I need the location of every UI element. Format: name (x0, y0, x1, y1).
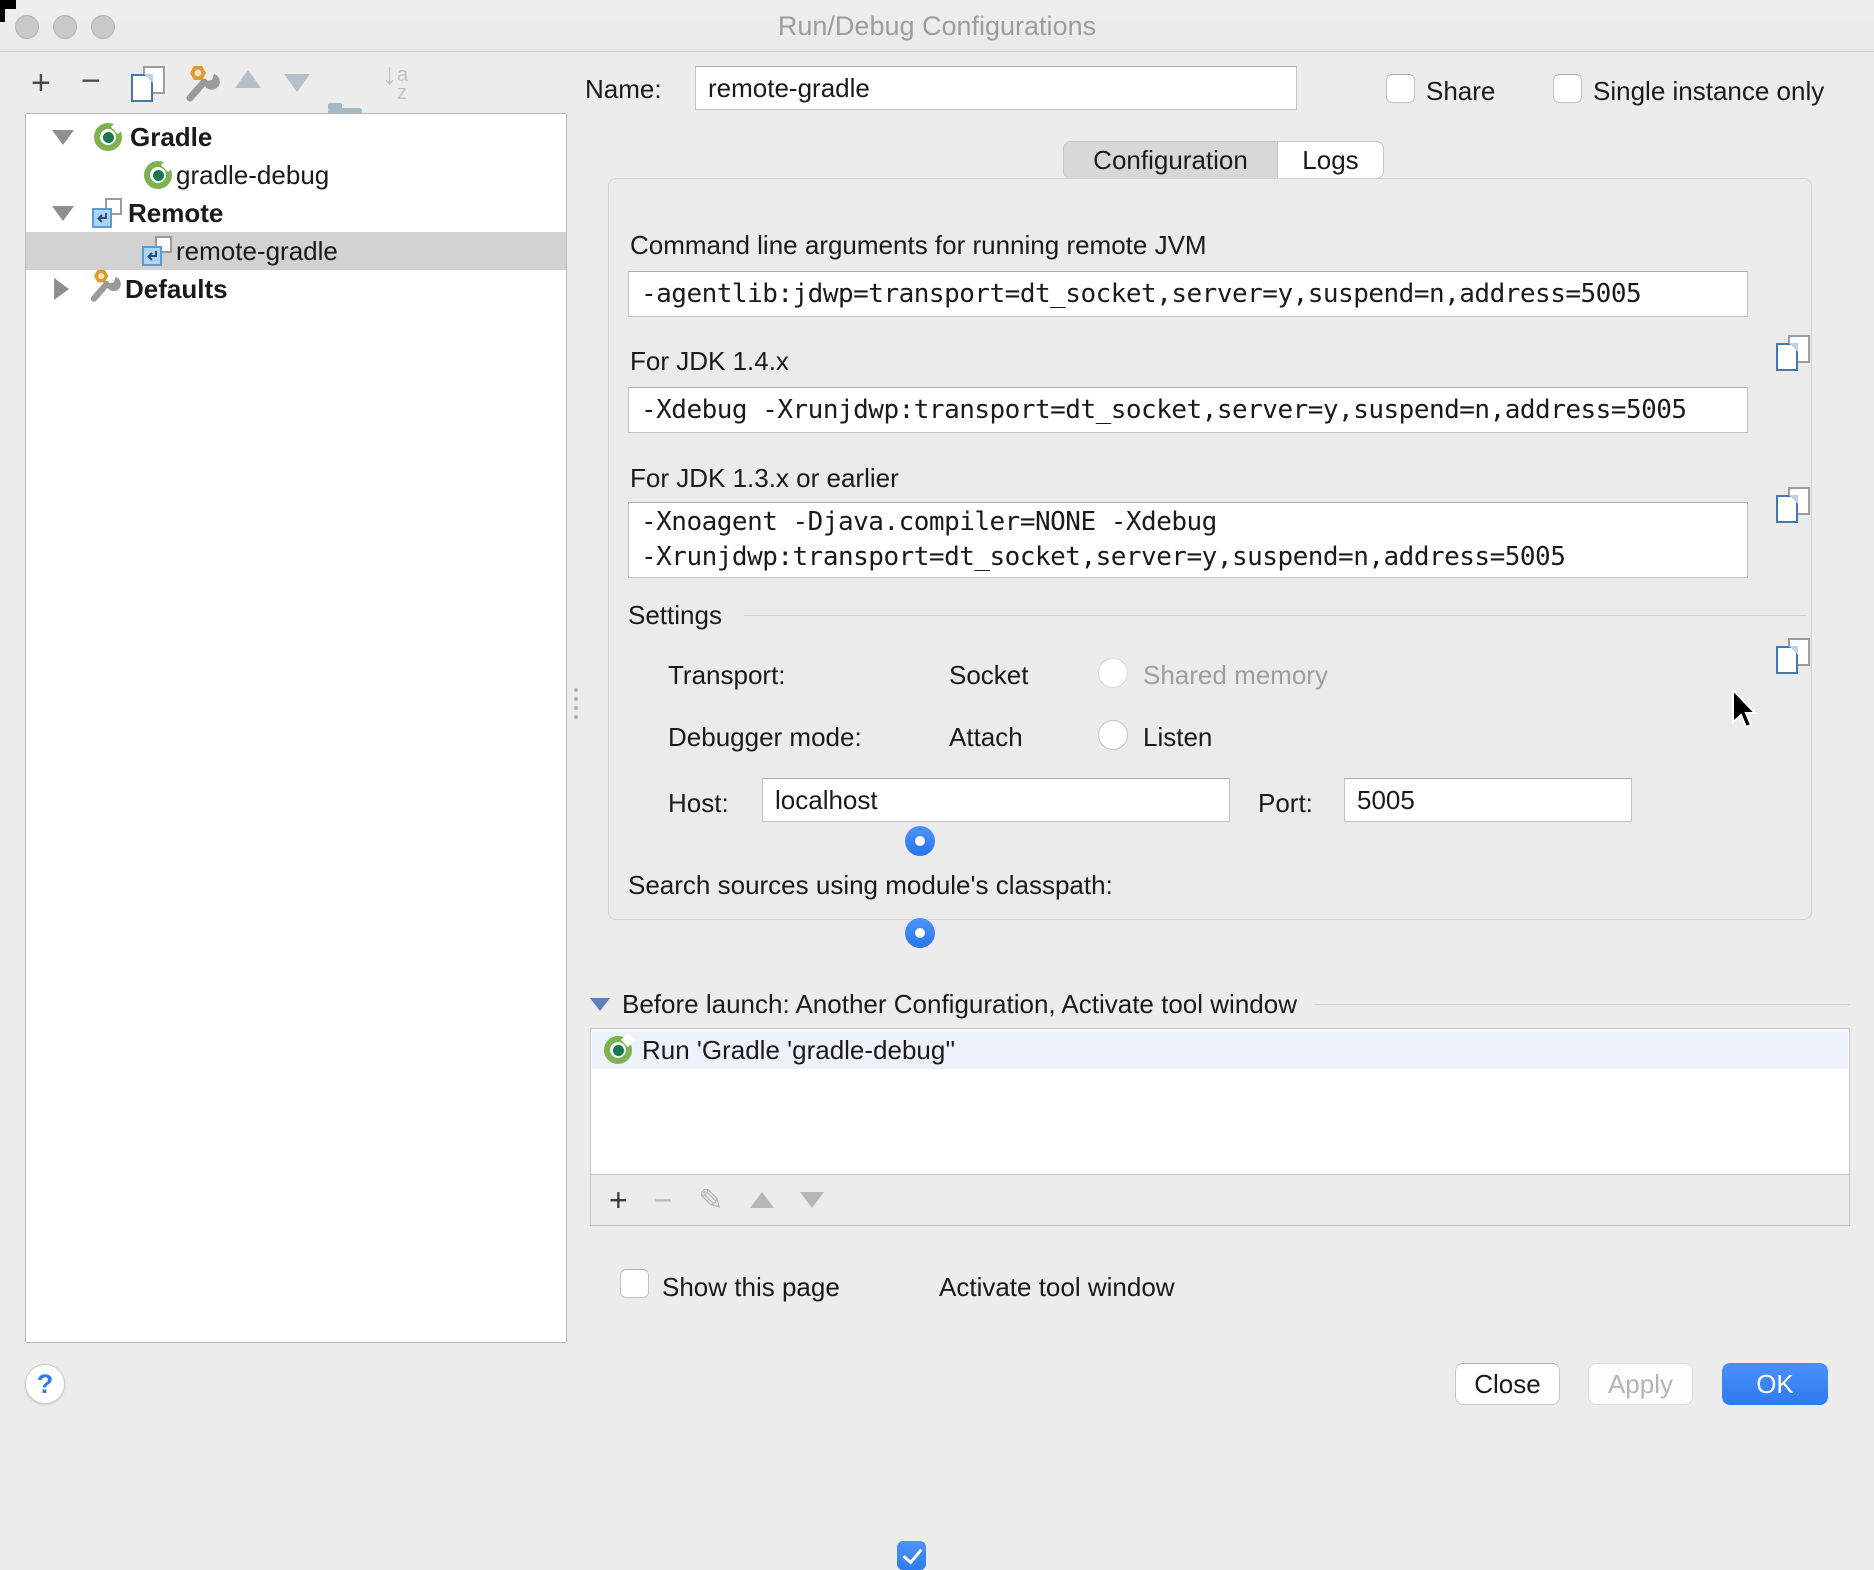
command-line-input[interactable]: -agentlib:jdwp=transport=dt_socket,serve… (628, 271, 1748, 317)
share-label: Share (1426, 76, 1495, 107)
name-label: Name: (585, 74, 662, 105)
configurations-tree: Gradle gradle-debug Remote remote-gradle (25, 113, 567, 1343)
collapse-arrow-icon[interactable] (52, 206, 74, 221)
tab-configuration[interactable]: Configuration (1064, 142, 1278, 178)
name-input[interactable]: remote-gradle (695, 66, 1297, 110)
minimize-window-button[interactable] (53, 15, 77, 39)
shared-memory-radio[interactable] (1098, 658, 1128, 688)
transport-label: Transport: (668, 660, 786, 691)
window-title: Run/Debug Configurations (0, 0, 1874, 52)
add-task-button[interactable]: + (609, 1183, 628, 1217)
zoom-window-button[interactable] (91, 15, 115, 39)
remove-task-button[interactable]: − (654, 1183, 673, 1217)
single-instance-checkbox[interactable] (1553, 74, 1582, 103)
title-bar: Run/Debug Configurations (0, 0, 1874, 52)
screenshot-corner-artifact (0, 0, 5, 22)
port-label: Port: (1258, 788, 1313, 819)
tree-item-defaults[interactable]: Defaults (26, 270, 566, 308)
copy-configuration-button[interactable] (131, 66, 165, 102)
before-launch-label: Before launch: Another Configuration, Ac… (622, 989, 1297, 1020)
close-window-button[interactable] (15, 15, 39, 39)
copy-command-line-button[interactable] (1776, 335, 1810, 371)
sort-configurations-button[interactable]: ↓ a z (382, 66, 408, 102)
tree-item-remote-gradle[interactable]: remote-gradle (26, 232, 566, 270)
add-configuration-button[interactable]: + (31, 66, 51, 100)
before-launch-toolbar: + − ✎ (590, 1174, 1850, 1226)
tree-item-gradle-group[interactable]: Gradle (26, 118, 566, 156)
show-this-page-checkbox[interactable] (620, 1269, 649, 1298)
wrench-icon (180, 64, 220, 104)
single-instance-label: Single instance only (1593, 76, 1824, 107)
copy-jdk13-button[interactable] (1776, 638, 1810, 674)
edit-defaults-button[interactable] (180, 64, 220, 104)
copy-jdk14-button[interactable] (1776, 487, 1810, 523)
expand-arrow-icon[interactable] (54, 278, 69, 300)
question-mark-icon: ? (37, 1369, 54, 1400)
gradle-icon (604, 1036, 632, 1064)
edit-task-button[interactable]: ✎ (698, 1183, 723, 1218)
mouse-cursor (1731, 690, 1765, 734)
ok-button[interactable]: OK (1722, 1363, 1828, 1405)
jdk13-input[interactable]: -Xnoagent -Djava.compiler=NONE -Xdebug -… (628, 502, 1748, 578)
activate-tool-window-checkbox[interactable] (897, 1541, 926, 1570)
tree-item-gradle-debug[interactable]: gradle-debug (26, 156, 566, 194)
tree-item-remote-group[interactable]: Remote (26, 194, 566, 232)
collapse-arrow-icon[interactable] (52, 130, 74, 145)
move-down-button[interactable] (284, 74, 310, 92)
show-this-page-label: Show this page (662, 1272, 840, 1303)
help-button[interactable]: ? (25, 1364, 65, 1404)
socket-label: Socket (949, 660, 1029, 691)
close-button[interactable]: Close (1455, 1363, 1560, 1405)
debugger-mode-label: Debugger mode: (668, 722, 862, 753)
port-input[interactable]: 5005 (1344, 778, 1632, 822)
listen-radio[interactable] (1098, 720, 1128, 750)
config-tabs: Configuration Logs (1063, 141, 1384, 179)
move-task-down-button[interactable] (800, 1192, 824, 1208)
shared-memory-label: Shared memory (1143, 660, 1328, 691)
attach-radio[interactable] (905, 918, 935, 948)
activate-tool-window-label: Activate tool window (939, 1272, 1175, 1303)
settings-label: Settings (628, 600, 722, 631)
jdk14-input[interactable]: -Xdebug -Xrunjdwp:transport=dt_socket,se… (628, 387, 1748, 433)
host-label: Host: (668, 788, 729, 819)
before-launch-divider (1315, 1004, 1850, 1005)
collapse-arrow-icon[interactable] (590, 998, 610, 1011)
remote-icon (92, 198, 122, 228)
listen-label: Listen (1143, 722, 1212, 753)
gradle-icon (94, 123, 122, 151)
before-launch-task-row[interactable]: Run 'Gradle 'gradle-debug'' (592, 1031, 1848, 1069)
remote-icon (142, 236, 172, 266)
before-launch-header: Before launch: Another Configuration, Ac… (590, 988, 1850, 1020)
gradle-icon (144, 161, 172, 189)
host-input[interactable]: localhost (762, 778, 1230, 822)
apply-button[interactable]: Apply (1588, 1363, 1693, 1405)
share-checkbox[interactable] (1386, 74, 1415, 103)
socket-radio[interactable] (905, 826, 935, 856)
search-sources-label: Search sources using module's classpath: (628, 870, 1113, 901)
command-line-label: Command line arguments for running remot… (630, 230, 1207, 261)
attach-label: Attach (949, 722, 1023, 753)
defaults-wrench-icon (85, 268, 121, 311)
settings-divider (744, 615, 1806, 616)
jdk13-label: For JDK 1.3.x or earlier (630, 463, 899, 494)
jdk14-label: For JDK 1.4.x (630, 346, 789, 377)
tab-logs[interactable]: Logs (1278, 142, 1383, 178)
remove-configuration-button[interactable]: − (81, 64, 101, 98)
before-launch-list: Run 'Gradle 'gradle-debug'' (590, 1028, 1850, 1174)
move-task-up-button[interactable] (750, 1192, 774, 1208)
sort-arrow-icon: ↓ (382, 66, 397, 102)
move-up-button[interactable] (235, 70, 261, 88)
